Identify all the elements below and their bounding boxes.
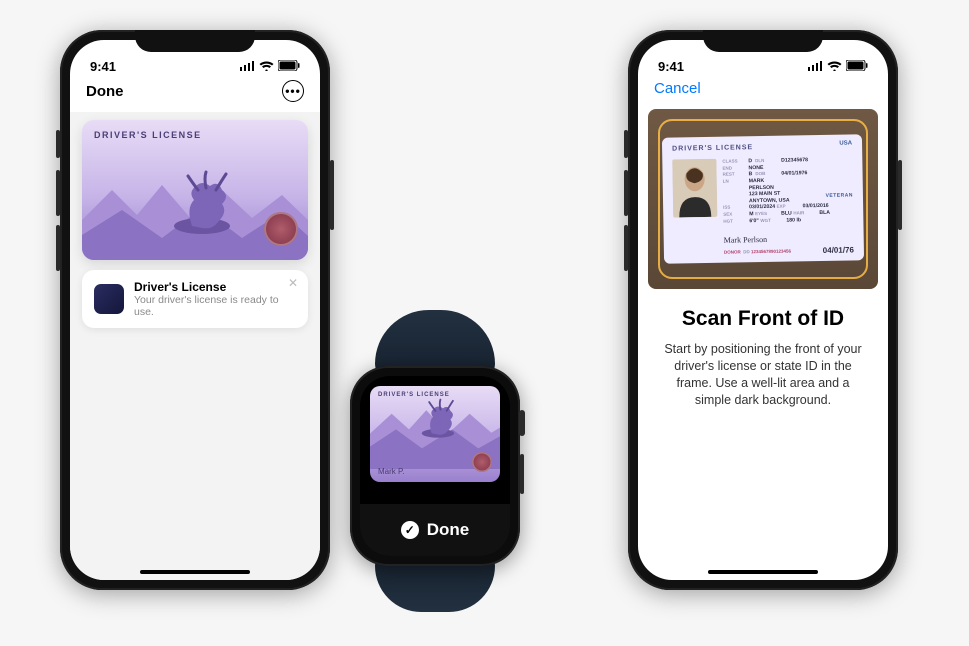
watch-license-card[interactable]: DRIVER'S LICENSE Mark P. [370,386,500,482]
id-veteran-badge: VETERAN [825,192,853,198]
battery-icon [846,59,868,74]
checkmark-icon: ✓ [401,521,419,539]
watch-side-button[interactable] [520,454,524,494]
wifi-icon [827,59,842,74]
watch-card-name: Mark P. [378,467,405,476]
card-title: DRIVER'S LICENSE [94,130,296,140]
cancel-button[interactable]: Cancel [654,80,701,97]
id-donor: DONOR DD 1234567890123456 [724,249,791,255]
id-photo [672,159,717,218]
status-time: 9:41 [658,59,684,74]
id-dob-large: 04/01/76 [823,245,854,255]
digital-crown[interactable] [519,410,525,436]
id-country: USA [839,140,852,146]
iphone-wallet: 9:41 Done ••• DRIVER'S LICENSE [60,30,330,590]
drivers-license-card[interactable]: DRIVER'S LICENSE Mark P. [82,120,308,260]
status-time: 9:41 [90,59,116,74]
more-button[interactable]: ••• [282,80,304,102]
dismiss-notification-button[interactable]: ✕ [288,276,298,290]
cellular-icon [240,59,255,74]
watch-done-button[interactable]: ✓ Done [360,504,510,556]
watch-done-label: Done [427,520,470,540]
battery-icon [278,59,300,74]
wallet-body: DRIVER'S LICENSE Mark P. Driver's Licen [70,112,320,580]
watch-case: DRIVER'S LICENSE Mark P. ✓ [350,366,520,566]
iphone-scan-id: 9:41 Cancel DRIVER'S LICENSE USA CLASSD … [628,30,898,590]
cellular-icon [808,59,823,74]
wifi-icon [259,59,274,74]
iphone-notch [135,30,255,52]
scanned-id-card: DRIVER'S LICENSE USA CLASSD DLND12345678… [662,134,864,263]
home-indicator[interactable] [708,570,818,574]
wallet-app-icon [94,284,124,314]
watch-seal-icon [472,452,492,472]
scan-heading: Scan Front of ID [662,307,864,331]
scan-instructions: Start by positioning the front of your d… [662,341,864,409]
apple-watch: DRIVER'S LICENSE Mark P. ✓ [340,310,530,612]
notification-subtitle: Your driver's license is ready to use. [134,294,296,318]
card-artwork [82,160,308,260]
id-signature: Mark Perlson [724,235,767,245]
id-header: DRIVER'S LICENSE [672,142,852,152]
iphone-notch [703,30,823,52]
id-fields: CLASSD DLND12345678 ENDNONE RESTB DOB04/… [722,156,855,225]
notification-title: Driver's License [134,280,296,294]
done-button[interactable]: Done [86,83,124,100]
state-seal-icon [264,212,298,246]
license-ready-notification[interactable]: Driver's License Your driver's license i… [82,270,308,328]
home-indicator[interactable] [140,570,250,574]
camera-scan-viewport[interactable]: DRIVER'S LICENSE USA CLASSD DLND12345678… [648,109,878,289]
